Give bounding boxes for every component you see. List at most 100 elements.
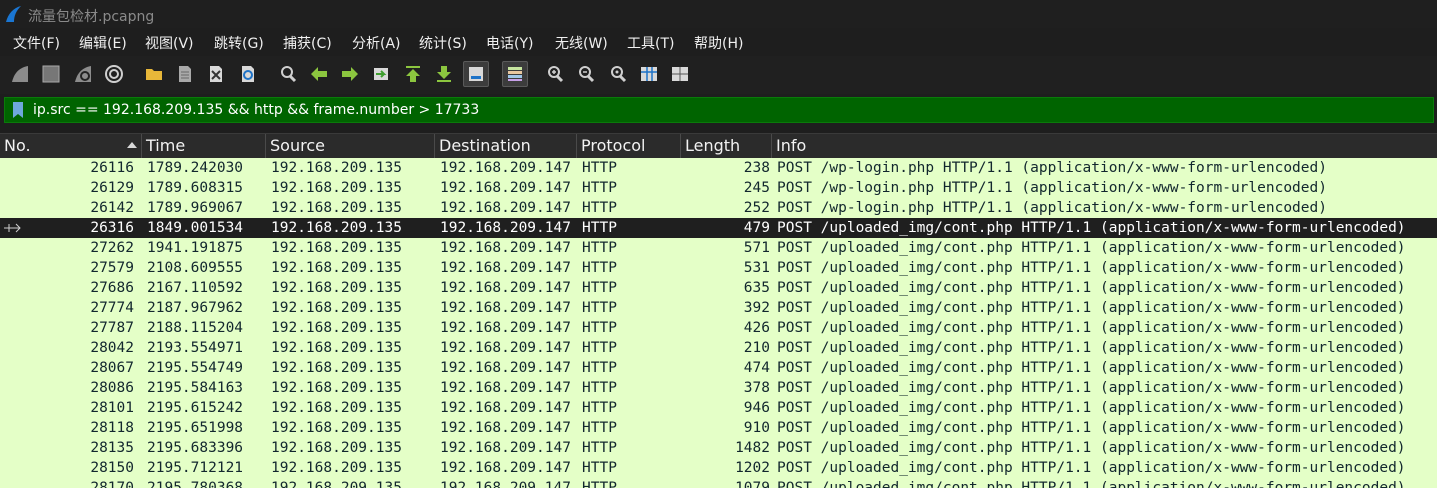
reload-file-button[interactable]: [237, 63, 259, 85]
find-packet-button[interactable]: [277, 63, 299, 85]
normal-size-button[interactable]: [607, 63, 629, 85]
packet-list: 26116 1789.242030 192.168.209.135 192.168.2…: [0, 158, 1437, 488]
zoom-in-button[interactable]: [544, 63, 566, 85]
resize-columns-icon: [641, 67, 657, 81]
column-header-no[interactable]: No.: [0, 134, 142, 158]
go-first-packet-button[interactable]: [402, 63, 424, 85]
table-row[interactable]: 28086 2195.584163 192.168.209.135 192.168.2…: [0, 378, 1437, 398]
find-packet-icon: [281, 66, 297, 83]
table-row-selected[interactable]: 26316 1849.001534 192.168.209.135 192.168.2…: [0, 218, 1437, 238]
go-last-packet-button[interactable]: [433, 63, 455, 85]
cell-info: POST /wp-login.php HTTP/1.1 (application…: [777, 160, 1327, 176]
table-row[interactable]: 27686 2167.110592 192.168.209.135 192.168.2…: [0, 278, 1437, 298]
cell-length: 910: [743, 420, 770, 436]
restart-capture-button[interactable]: [72, 63, 94, 85]
cell-length: 378: [743, 380, 770, 396]
cell-length: 245: [743, 180, 770, 196]
cell-length: 946: [743, 400, 770, 416]
table-row[interactable]: 27774 2187.967962 192.168.209.135 192.168.2…: [0, 298, 1437, 318]
title-bar: 流量包检材.pcapng: [0, 0, 1437, 28]
open-file-button[interactable]: [143, 63, 165, 85]
sort-ascending-icon: [127, 142, 137, 148]
zoom-out-button[interactable]: [575, 63, 597, 85]
cell-info: POST /uploaded_img/cont.php HTTP/1.1 (ap…: [777, 280, 1406, 296]
expand-subtrees-icon: [672, 67, 688, 81]
menu-edit[interactable]: 编辑(E): [79, 33, 127, 53]
cell-info: POST /uploaded_img/cont.php HTTP/1.1 (ap…: [777, 220, 1406, 236]
table-row[interactable]: 27262 1941.191875 192.168.209.135 192.168.2…: [0, 238, 1437, 258]
go-to-packet-button[interactable]: [370, 63, 392, 85]
cell-info: POST /uploaded_img/cont.php HTTP/1.1 (ap…: [777, 240, 1406, 256]
save-file-button[interactable]: [174, 63, 196, 85]
start-capture-button[interactable]: [9, 63, 31, 85]
cell-length: 1079: [735, 480, 770, 488]
cell-info: POST /uploaded_img/cont.php HTTP/1.1 (ap…: [777, 440, 1406, 456]
display-filter-text: ip.src == 192.168.209.135 && http && fra…: [33, 102, 480, 118]
cell-length: 392: [743, 300, 770, 316]
display-filter-input[interactable]: ip.src == 192.168.209.135 && http && fra…: [4, 97, 1434, 123]
cell-info: POST /uploaded_img/cont.php HTTP/1.1 (ap…: [777, 340, 1406, 356]
bookmark-icon[interactable]: [11, 101, 25, 119]
menu-go[interactable]: 跳转(G): [214, 33, 264, 53]
table-row[interactable]: 26116 1789.242030 192.168.209.135 192.168.2…: [0, 158, 1437, 178]
column-header-time[interactable]: Time: [142, 134, 266, 158]
restart-fin-icon: [75, 66, 91, 82]
cell-info: POST /uploaded_img/cont.php HTTP/1.1 (ap…: [777, 480, 1406, 488]
column-header-length[interactable]: Length: [681, 134, 772, 158]
table-row[interactable]: 28101 2195.615242 192.168.209.135 192.168.2…: [0, 398, 1437, 418]
menu-help[interactable]: 帮助(H): [694, 33, 743, 53]
cell-info: POST /uploaded_img/cont.php HTTP/1.1 (ap…: [777, 460, 1406, 476]
cell-length: 252: [743, 200, 770, 216]
capture-options-button[interactable]: [103, 63, 125, 85]
cell-info: POST /uploaded_img/cont.php HTTP/1.1 (ap…: [777, 260, 1406, 276]
table-row[interactable]: 28118 2195.651998 192.168.209.135 192.168.2…: [0, 418, 1437, 438]
column-header-destination[interactable]: Destination: [435, 134, 577, 158]
table-row[interactable]: 28042 2193.554971 192.168.209.135 192.168.2…: [0, 338, 1437, 358]
table-row[interactable]: 27787 2188.115204 192.168.209.135 192.168.2…: [0, 318, 1437, 338]
menu-telephony[interactable]: 电话(Y): [486, 33, 533, 53]
wireshark-logo-icon: [6, 6, 21, 22]
auto-scroll-icon: [469, 67, 483, 81]
go-forward-button[interactable]: [339, 63, 361, 85]
cell-length: 1482: [735, 440, 770, 456]
menu-view[interactable]: 视图(V): [145, 33, 194, 53]
close-file-button[interactable]: [205, 63, 227, 85]
table-row[interactable]: 28135 2195.683396 192.168.209.135 192.168.2…: [0, 438, 1437, 458]
table-row[interactable]: 28150 2195.712121 192.168.209.135 192.168.2…: [0, 458, 1437, 478]
table-row[interactable]: 26142 1789.969067 192.168.209.135 192.168.2…: [0, 198, 1437, 218]
go-forward-arrow-icon: [342, 67, 358, 81]
column-header-info[interactable]: Info: [772, 134, 1437, 158]
menu-statistics[interactable]: 统计(S): [419, 33, 467, 53]
go-to-packet-icon: [374, 68, 388, 80]
shark-fin-start-icon: [12, 66, 28, 82]
cell-length: 426: [743, 320, 770, 336]
stop-capture-button[interactable]: [40, 63, 62, 85]
column-header-protocol[interactable]: Protocol: [577, 134, 681, 158]
menu-capture[interactable]: 捕获(C): [283, 33, 332, 53]
menu-file[interactable]: 文件(F): [13, 33, 60, 53]
menu-bar: 文件(F) 编辑(E) 视图(V) 跳转(G) 捕获(C) 分析(A) 统计(S…: [0, 28, 1437, 56]
file-icon: [179, 66, 191, 82]
table-row[interactable]: 28170 2195.780368 192.168.209.135 192.168.2…: [0, 478, 1437, 488]
go-back-button[interactable]: [308, 63, 330, 85]
cell-length: 531: [743, 260, 770, 276]
table-row[interactable]: 28067 2195.554749 192.168.209.135 192.168.2…: [0, 358, 1437, 378]
column-header-source[interactable]: Source: [266, 134, 435, 158]
capture-options-gear-icon: [105, 65, 123, 83]
table-row[interactable]: 27579 2108.609555 192.168.209.135 192.168.2…: [0, 258, 1437, 278]
cell-info: POST /uploaded_img/cont.php HTTP/1.1 (ap…: [777, 420, 1406, 436]
resize-columns-button[interactable]: [638, 63, 660, 85]
close-file-icon: [210, 66, 222, 82]
cell-info: POST /uploaded_img/cont.php HTTP/1.1 (ap…: [777, 360, 1406, 376]
menu-wireless[interactable]: 无线(W): [555, 33, 608, 53]
menu-analyze[interactable]: 分析(A): [352, 33, 401, 53]
auto-scroll-button[interactable]: [463, 61, 489, 87]
menu-tools[interactable]: 工具(T): [627, 33, 674, 53]
go-last-packet-icon: [437, 66, 451, 82]
table-row[interactable]: 26129 1789.608315 192.168.209.135 192.168.2…: [0, 178, 1437, 198]
cell-length: 635: [743, 280, 770, 296]
expand-subtrees-button[interactable]: [669, 63, 691, 85]
colorize-button[interactable]: [502, 61, 528, 87]
go-first-packet-icon: [406, 66, 420, 82]
cell-length: 1202: [735, 460, 770, 476]
